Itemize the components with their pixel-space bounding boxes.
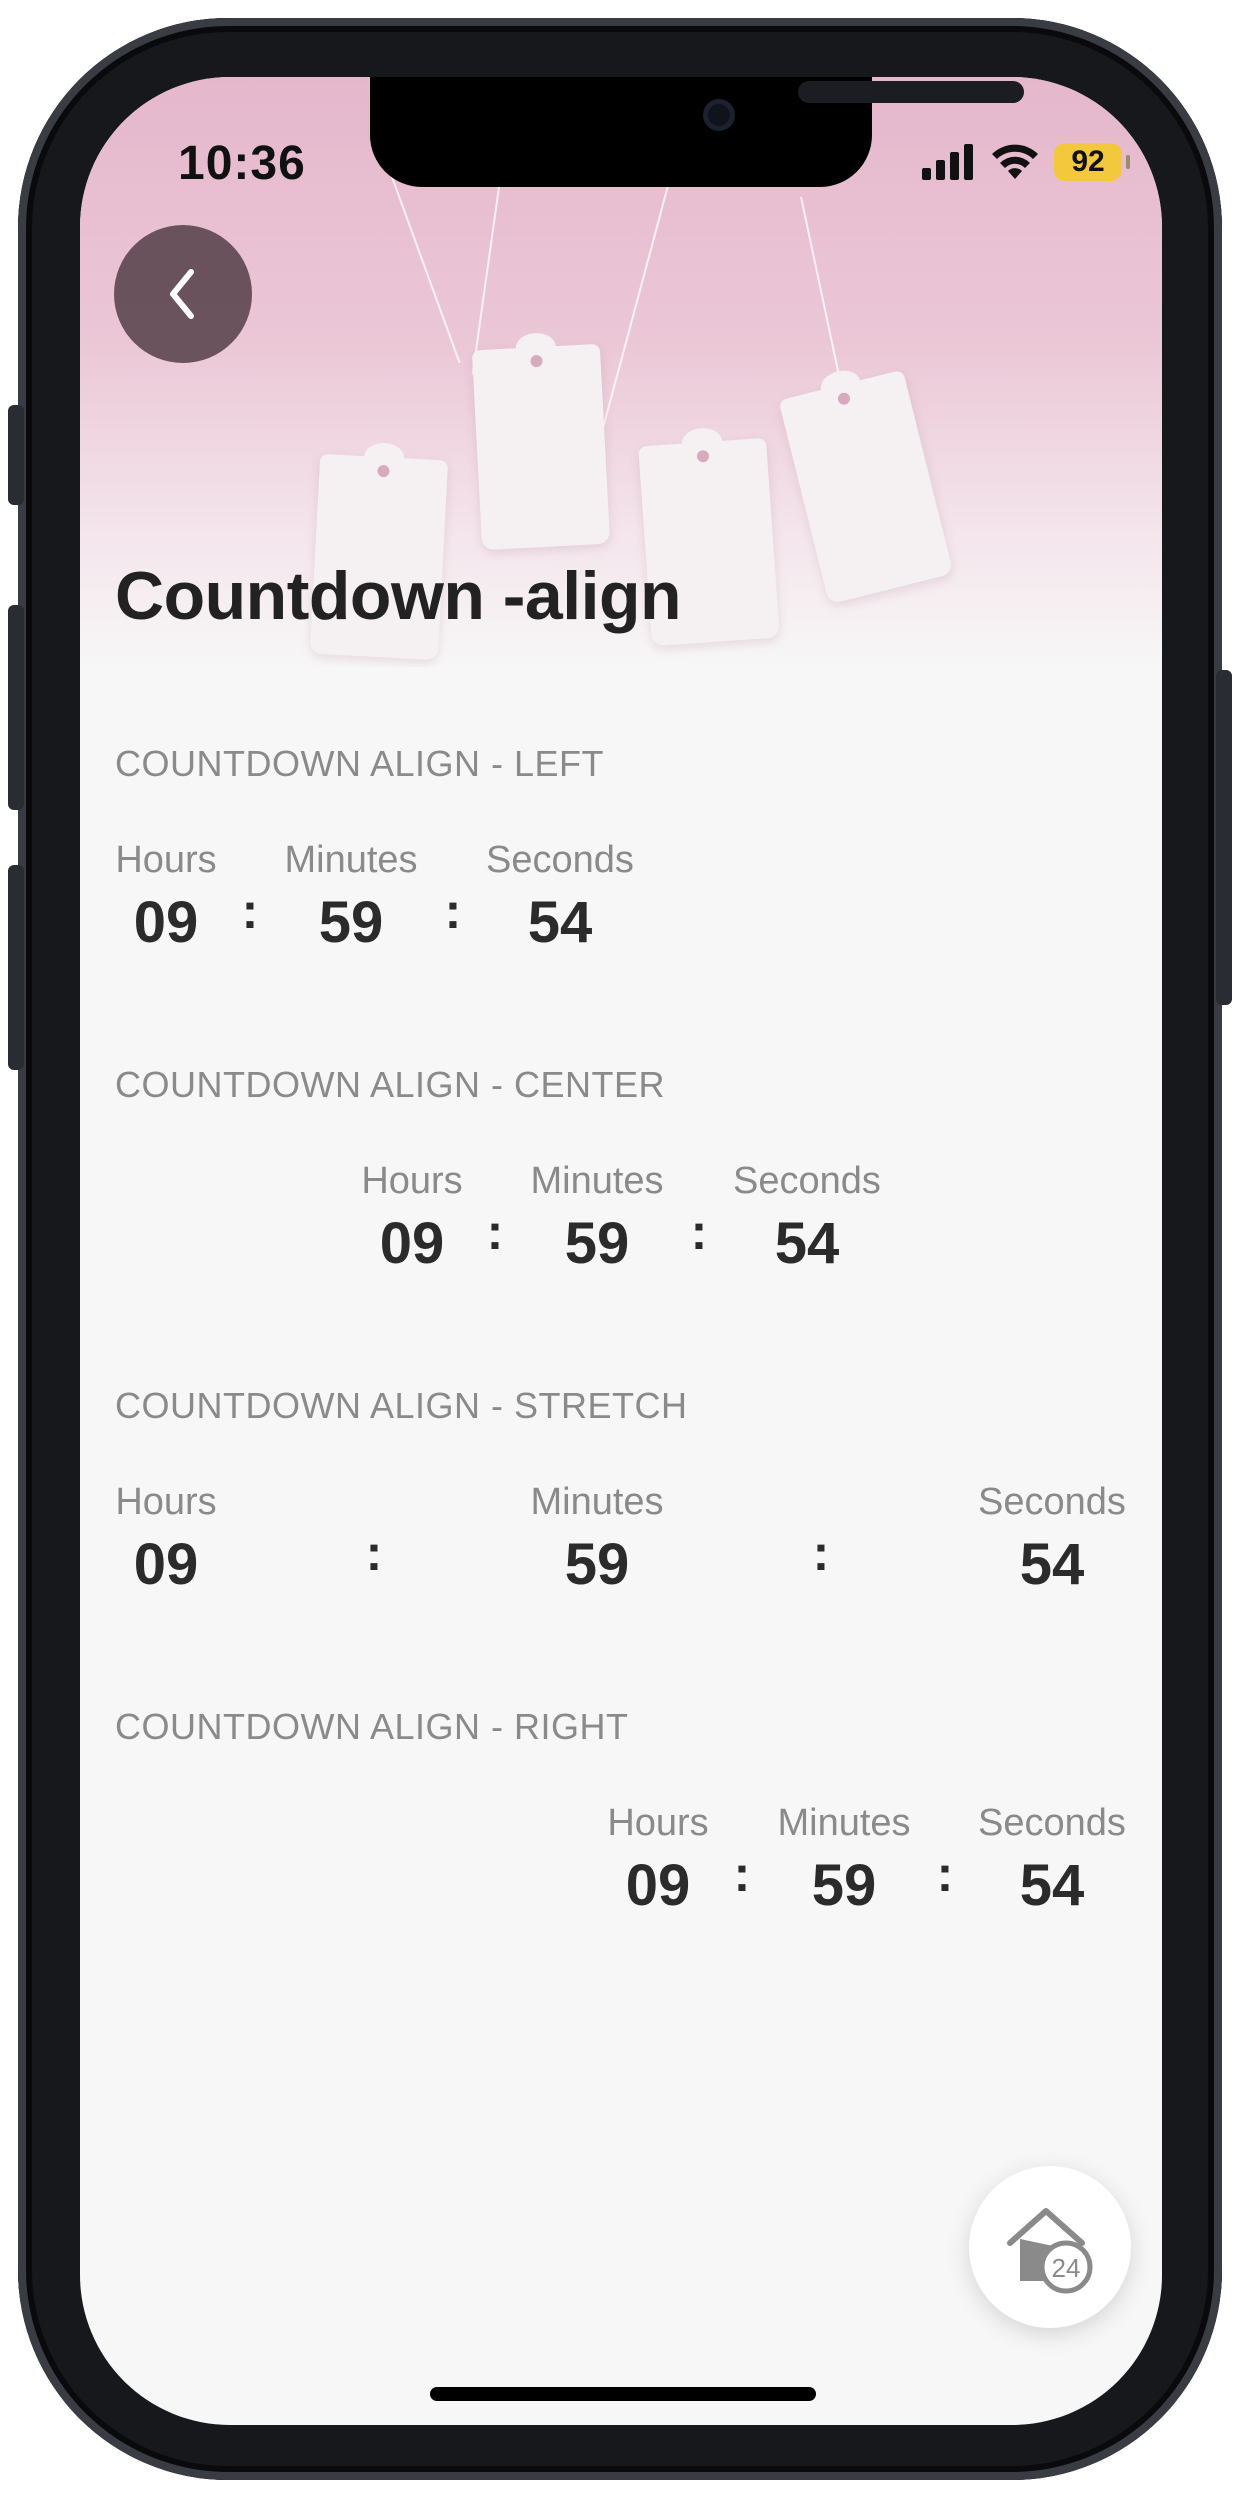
hours-label: Hours [607, 1802, 709, 1844]
countdown-separator: : [812, 1525, 830, 1581]
countdown-minutes: Minutes 59 [754, 1800, 934, 1920]
screen: 10:36 92 Countdown -align COUNTDOWN ALIG… [80, 77, 1162, 2425]
power-button [1216, 670, 1232, 1005]
countdown-left: Hours 09 : Minutes 59 : Seconds 54 [80, 837, 1162, 957]
hours-value: 09 [625, 1853, 691, 1918]
section-label-stretch: COUNTDOWN ALIGN - STRETCH [115, 1385, 688, 1426]
hours-label: Hours [115, 1481, 217, 1523]
home-indicator[interactable] [430, 2387, 816, 2401]
minutes-label: Minutes [530, 1160, 664, 1202]
countdown-right: Hours 09 : Minutes 59 : Seconds 54 [80, 1800, 1162, 1920]
countdown-hours: Hours 09 [80, 1479, 256, 1599]
chevron-left-icon [170, 269, 194, 319]
minutes-value: 59 [811, 1853, 877, 1918]
countdown-separator: : [365, 1525, 383, 1581]
seconds-value: 54 [527, 890, 593, 955]
minutes-value: 59 [564, 1532, 630, 1597]
back-button[interactable] [114, 225, 252, 363]
seconds-label: Seconds [486, 839, 634, 881]
status-time: 10:36 [178, 137, 306, 190]
section-label-center: COUNTDOWN ALIGN - CENTER [115, 1064, 666, 1105]
hours-label: Hours [361, 1160, 463, 1202]
hours-value: 09 [133, 890, 199, 955]
hours-value: 09 [133, 1532, 199, 1597]
countdown-minutes: Minutes 59 [261, 837, 441, 957]
countdown-hours: Hours 09 [80, 837, 256, 957]
countdown-minutes: Minutes 59 [507, 1479, 687, 1599]
countdown-separator: : [486, 1204, 504, 1260]
home-badge-text: 24 [1052, 2253, 1081, 2283]
countdown-seconds: Seconds 54 [962, 1800, 1142, 1920]
front-camera [703, 99, 735, 131]
speaker-grille [798, 81, 1024, 103]
minutes-value: 59 [564, 1211, 630, 1276]
notch [370, 77, 1024, 187]
countdown-seconds: Seconds 54 [717, 1158, 897, 1278]
countdown-separator: : [936, 1846, 954, 1902]
seconds-label: Seconds [733, 1160, 881, 1202]
hours-label: Hours [115, 839, 217, 881]
volume-down-button [8, 865, 24, 1070]
volume-up-button [8, 605, 24, 810]
countdown-center: Hours 09 : Minutes 59 : Seconds 54 [80, 1158, 1162, 1278]
countdown-hours: Hours 09 [322, 1158, 502, 1278]
countdown-hours: Hours 09 [568, 1800, 748, 1920]
minutes-label: Minutes [777, 1802, 911, 1844]
seconds-value: 54 [1019, 1853, 1085, 1918]
mute-switch [8, 405, 24, 505]
home-24-icon: 24 [1007, 2208, 1093, 2294]
countdown-separator: : [733, 1846, 751, 1902]
seconds-label: Seconds [978, 1481, 1126, 1523]
countdown-minutes: Minutes 59 [507, 1158, 687, 1278]
section-label-left: COUNTDOWN ALIGN - LEFT [115, 743, 605, 784]
wifi-icon [992, 144, 1038, 179]
status-icons: 92 [922, 137, 1130, 187]
section-label-right: COUNTDOWN ALIGN - RIGHT [115, 1706, 629, 1747]
countdown-seconds: Seconds 54 [962, 1479, 1142, 1599]
battery-indicator: 92 [1054, 143, 1130, 181]
countdown-separator: : [690, 1204, 708, 1260]
seconds-label: Seconds [978, 1802, 1126, 1844]
minutes-label: Minutes [284, 839, 418, 881]
countdown-separator: : [444, 883, 462, 939]
countdown-seconds: Seconds 54 [470, 837, 650, 957]
minutes-label: Minutes [530, 1481, 664, 1523]
page-title: Countdown -align [115, 558, 682, 634]
seconds-value: 54 [774, 1211, 840, 1276]
countdown-stretch: Hours 09 : Minutes 59 : Seconds 54 [80, 1479, 1162, 1599]
hours-value: 09 [379, 1211, 445, 1276]
minutes-value: 59 [318, 890, 384, 955]
seconds-value: 54 [1019, 1532, 1085, 1597]
home-fab-button[interactable]: 24 [969, 2166, 1131, 2328]
cellular-signal-icon [922, 144, 973, 180]
